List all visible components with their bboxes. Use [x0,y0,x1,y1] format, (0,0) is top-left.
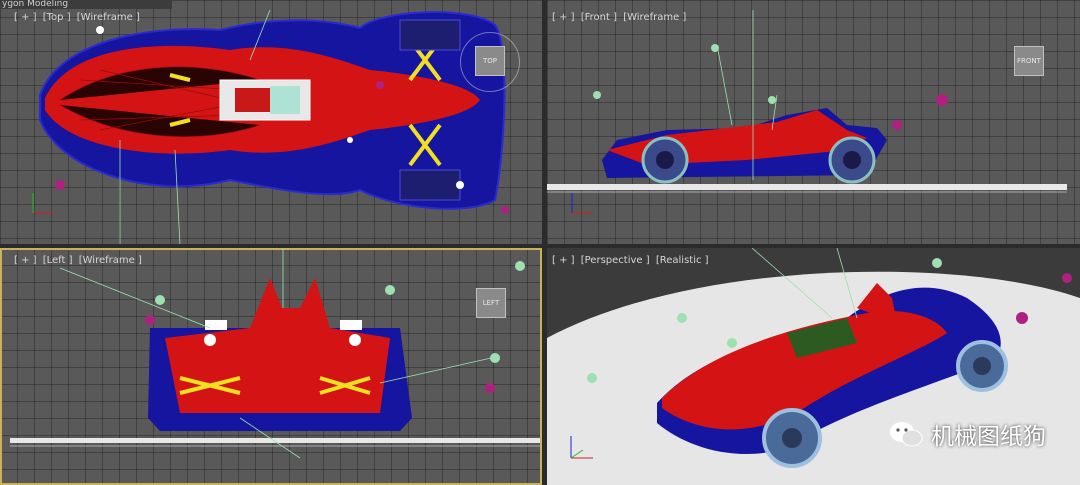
viewport-view-button[interactable]: [Left ] [43,255,73,266]
viewport-divider-vertical[interactable] [542,0,547,485]
axis-tripod-icon [570,436,593,459]
top-view-car-wireframe[interactable] [0,0,542,244]
viewport-menu-button[interactable]: [ + ] [14,255,37,266]
watermark: 机械图纸狗 [889,417,1046,451]
axis-tripod-icon [32,193,53,214]
wechat-logo-icon [890,422,923,447]
viewcube-icon[interactable]: TOP [475,46,505,76]
viewport-perspective-label: [ + ] [Perspective ] [Realistic ] [552,255,712,266]
viewport-view-button[interactable]: [Front ] [581,12,617,23]
viewport-menu-button[interactable]: [ + ] [552,12,575,23]
axis-tripod-icon [571,193,592,214]
viewport-shading-button[interactable]: [Wireframe ] [623,12,686,23]
viewport-menu-button[interactable]: [ + ] [552,255,575,266]
viewport-top-label: [ + ] [Top ] [Wireframe ] [14,12,143,23]
viewport-left[interactable]: [ + ] [Left ] [Wireframe ] LEFT [0,248,542,485]
viewport-top[interactable]: [ + ] [Top ] [Wireframe ] TOP [0,0,542,244]
viewcube-icon[interactable]: LEFT [476,288,506,318]
viewport-front-label: [ + ] [Front ] [Wireframe ] [552,12,689,23]
front-view-car-wireframe[interactable] [547,0,1080,244]
viewport-divider-horizontal[interactable] [0,244,1080,248]
viewport-shading-button[interactable]: [Realistic ] [656,255,709,266]
viewport-view-button[interactable]: [Top ] [43,12,71,23]
viewport-view-button[interactable]: [Perspective ] [581,255,650,266]
viewport-shading-button[interactable]: [Wireframe ] [79,255,142,266]
window-title: ygon Modeling [0,0,172,9]
watermark-text: 机械图纸狗 [931,424,1046,450]
viewport-front[interactable]: [ + ] [Front ] [Wireframe ] FRONT [547,0,1080,244]
left-view-car-wireframe[interactable] [0,248,542,485]
viewport-left-label: [ + ] [Left ] [Wireframe ] [14,255,145,266]
viewcube-icon[interactable]: FRONT [1014,46,1044,76]
viewport-menu-button[interactable]: [ + ] [14,12,37,23]
viewport-shading-button[interactable]: [Wireframe ] [77,12,140,23]
